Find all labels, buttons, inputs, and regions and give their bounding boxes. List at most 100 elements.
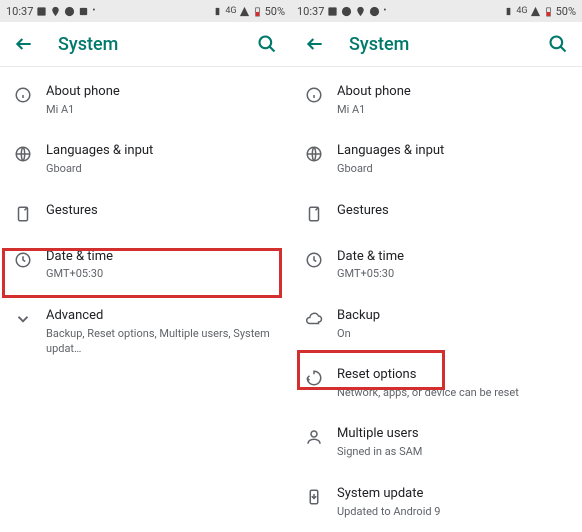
info-icon <box>14 84 46 104</box>
datetime-sub: GMT+05:30 <box>46 266 113 281</box>
datetime-sub: GMT+05:30 <box>337 266 404 281</box>
status-more: • <box>92 6 95 16</box>
languages-sub: Gboard <box>337 161 444 176</box>
advanced-item[interactable]: Advanced Backup, Reset options, Multiple… <box>0 295 291 370</box>
list-text: Backup On <box>337 308 380 341</box>
user-icon <box>305 426 337 446</box>
status-right: 4G 50% <box>503 5 576 18</box>
system-update-item[interactable]: System update Updated to Android 9 <box>291 473 582 532</box>
app-bar: System <box>291 22 582 66</box>
status-time: 10:37 <box>297 5 324 18</box>
app-bar: System <box>0 22 291 66</box>
screen-left: 10:37 • 4G 50% System About phone Mi A1 <box>0 0 291 514</box>
reset-item[interactable]: Reset options Network, apps, or device c… <box>291 354 582 413</box>
advanced-sub: Backup, Reset options, Multiple users, S… <box>46 326 277 357</box>
languages-title: Languages & input <box>337 143 444 160</box>
clock-icon <box>305 249 337 269</box>
about-phone-title: About phone <box>46 84 120 101</box>
update-icon <box>305 486 337 506</box>
clock-icon <box>14 249 46 269</box>
pin-icon <box>355 6 366 17</box>
battery-percent: 50% <box>265 5 285 18</box>
info-icon <box>305 84 337 104</box>
datetime-item[interactable]: Date & time GMT+05:30 <box>291 236 582 295</box>
sysupdate-title: System update <box>337 486 441 503</box>
languages-title: Languages & input <box>46 143 153 160</box>
list-text: Reset options Network, apps, or device c… <box>337 367 519 400</box>
gallery-icon <box>78 6 89 17</box>
app-bar-title: System <box>349 34 409 55</box>
photo-icon <box>36 6 47 17</box>
settings-list: About phone Mi A1 Languages & input Gboa… <box>0 67 291 370</box>
multiuser-title: Multiple users <box>337 426 422 443</box>
screen-right: 10:37 • 4G 50% System About phone Mi A1 <box>291 0 582 514</box>
vibrate-icon <box>503 6 514 17</box>
list-text: Multiple users Signed in as SAM <box>337 426 422 459</box>
about-phone-item[interactable]: About phone Mi A1 <box>291 71 582 130</box>
chevron-down-icon <box>14 308 46 328</box>
globe-icon <box>305 143 337 163</box>
app-bar-title: System <box>58 34 118 55</box>
multiple-users-item[interactable]: Multiple users Signed in as SAM <box>291 413 582 472</box>
battery-icon <box>252 6 263 17</box>
datetime-title: Date & time <box>46 249 113 266</box>
photo-icon <box>327 6 338 17</box>
gestures-item[interactable]: Gestures <box>0 190 291 236</box>
cloud-icon <box>305 308 337 328</box>
list-text: Date & time GMT+05:30 <box>46 249 113 282</box>
network-label: 4G <box>516 6 527 16</box>
list-text: Advanced Backup, Reset options, Multiple… <box>46 308 277 357</box>
languages-sub: Gboard <box>46 161 153 176</box>
whatsapp-icon <box>64 6 75 17</box>
list-text: Languages & input Gboard <box>46 143 153 176</box>
back-icon[interactable] <box>14 34 34 54</box>
status-more: • <box>383 6 386 16</box>
back-icon[interactable] <box>305 34 325 54</box>
datetime-item[interactable]: Date & time GMT+05:30 <box>0 236 291 295</box>
gestures-icon <box>14 203 46 223</box>
backup-item[interactable]: Backup On <box>291 295 582 354</box>
battery-icon <box>543 6 554 17</box>
settings-list: About phone Mi A1 Languages & input Gboa… <box>291 67 582 532</box>
gestures-title: Gestures <box>337 203 389 220</box>
list-text: Date & time GMT+05:30 <box>337 249 404 282</box>
status-bar: 10:37 • 4G 50% <box>0 0 291 22</box>
status-left: 10:37 • <box>297 5 386 18</box>
list-text: Gestures <box>337 203 389 220</box>
status-time: 10:37 <box>6 5 33 18</box>
search-icon[interactable] <box>548 34 568 54</box>
status-left: 10:37 • <box>6 5 95 18</box>
gestures-title: Gestures <box>46 203 98 220</box>
languages-item[interactable]: Languages & input Gboard <box>0 130 291 189</box>
about-phone-title: About phone <box>337 84 411 101</box>
list-text: About phone Mi A1 <box>46 84 120 117</box>
about-phone-item[interactable]: About phone Mi A1 <box>0 71 291 130</box>
gestures-item[interactable]: Gestures <box>291 190 582 236</box>
list-text: About phone Mi A1 <box>337 84 411 117</box>
pinterest-icon <box>341 6 352 17</box>
sysupdate-sub: Updated to Android 9 <box>337 504 441 519</box>
advanced-title: Advanced <box>46 308 277 325</box>
gestures-icon <box>305 203 337 223</box>
battery-percent: 50% <box>556 5 576 18</box>
signal-icon <box>530 6 541 17</box>
pin-icon <box>50 6 61 17</box>
status-bar: 10:37 • 4G 50% <box>291 0 582 22</box>
about-phone-sub: Mi A1 <box>46 102 120 117</box>
globe-icon <box>14 143 46 163</box>
signal-icon <box>239 6 250 17</box>
whatsapp-icon <box>369 6 380 17</box>
search-icon[interactable] <box>257 34 277 54</box>
languages-item[interactable]: Languages & input Gboard <box>291 130 582 189</box>
reset-sub: Network, apps, or device can be reset <box>337 385 519 400</box>
multiuser-sub: Signed in as SAM <box>337 444 422 459</box>
vibrate-icon <box>212 6 223 17</box>
status-right: 4G 50% <box>212 5 285 18</box>
reset-title: Reset options <box>337 367 519 384</box>
datetime-title: Date & time <box>337 249 404 266</box>
backup-title: Backup <box>337 308 380 325</box>
list-text: Languages & input Gboard <box>337 143 444 176</box>
backup-sub: On <box>337 326 380 341</box>
about-phone-sub: Mi A1 <box>337 102 411 117</box>
reset-icon <box>305 367 337 387</box>
